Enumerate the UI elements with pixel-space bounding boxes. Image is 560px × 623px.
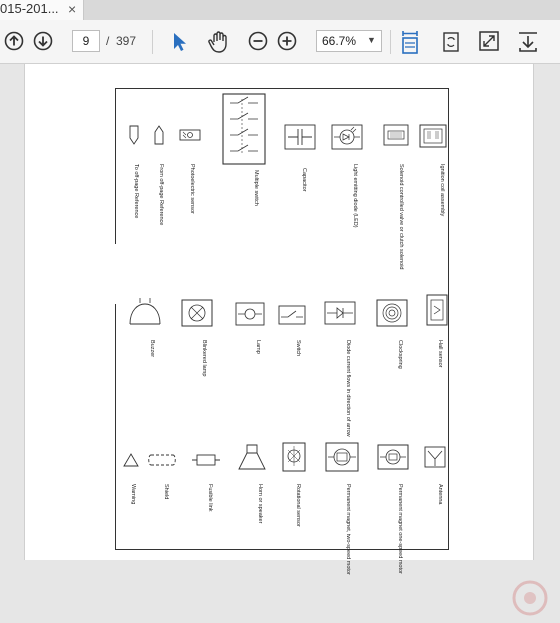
symbol-caption: Clockspring (397, 340, 403, 369)
symbol-caption: Fusible link (207, 484, 213, 512)
ignition-coil-icon (419, 124, 447, 153)
pdf-page: To off-page Reference From off-page Refe… (24, 64, 534, 575)
symbol-caption: Ignition coil assembly (439, 164, 445, 217)
download-icon[interactable] (516, 30, 540, 54)
tab-strip: 015-201... × (0, 0, 560, 20)
page-up-icon[interactable] (4, 31, 24, 51)
document-tab[interactable]: 015-201... × (0, 0, 84, 20)
multiple-switch-icon (222, 93, 266, 170)
rotational-sensor-icon (282, 442, 306, 477)
symbol-caption: Lamp (255, 340, 261, 354)
total-pages: 397 (116, 34, 137, 48)
symbol-caption: Permanent magnet, two-speed motor (345, 484, 351, 575)
symbol-caption: Horn or speaker (257, 484, 263, 524)
symbol-caption: Shield (163, 484, 169, 500)
toolbar-divider (390, 30, 391, 54)
symbol-caption: From off-page Reference (158, 164, 164, 226)
toolbar: / 397 66.7% ▼ (0, 20, 560, 64)
shield-icon (147, 453, 177, 472)
switch-icon (278, 305, 306, 330)
zoom-in-icon[interactable] (277, 31, 297, 51)
symbol-caption: Multiple switch (253, 170, 259, 206)
fit-width-icon[interactable] (400, 29, 420, 55)
antenna-icon (424, 446, 446, 473)
rotate-icon[interactable] (440, 30, 462, 54)
hall-sensor-icon (426, 294, 448, 331)
symbol-caption: Light emitting diode (LED) (352, 164, 358, 228)
symbol-caption: Warning (130, 484, 136, 505)
one-speed-motor-icon (377, 444, 409, 475)
tab-title: 015-201... (0, 1, 59, 16)
tab-close-icon[interactable]: × (68, 1, 76, 17)
off-page-reference-icon (129, 124, 139, 153)
page-number-input[interactable] (72, 30, 100, 52)
symbol-caption: Solenoid controlled valve or clutch sole… (398, 164, 404, 270)
symbol-caption: Buzzer (149, 340, 155, 358)
warning-icon (122, 452, 140, 473)
document-viewer[interactable]: To off-page Reference From off-page Refe… (0, 64, 560, 616)
zoom-select[interactable]: 66.7% ▼ (316, 30, 382, 52)
symbol-caption: Hall sensor (437, 340, 443, 368)
page-down-icon[interactable] (33, 31, 53, 51)
symbol-caption: Capacitor (301, 168, 307, 192)
symbol-caption: Switch (295, 340, 301, 357)
select-tool-icon[interactable] (170, 31, 188, 53)
diode-icon (324, 301, 356, 330)
page-separator: / (106, 34, 110, 48)
lamp-icon (235, 302, 265, 331)
capacitor-icon (284, 124, 316, 155)
symbol-caption: Rotational sensor (295, 484, 301, 527)
symbol-caption: Diode current flows in direction of arro… (345, 340, 351, 437)
toolbar-divider (152, 30, 153, 54)
symbol-caption: Antenna (437, 484, 443, 505)
photoelectric-sensor-icon (179, 128, 201, 147)
zoom-out-icon[interactable] (248, 31, 268, 51)
symbol-caption: Photoelectric sensor (189, 164, 195, 214)
led-icon (331, 124, 363, 155)
two-speed-motor-icon (325, 442, 359, 477)
blinkered-lamp-icon (181, 299, 213, 332)
zoom-caret-icon: ▼ (367, 35, 376, 45)
fusible-link-icon (191, 453, 221, 472)
symbol-caption: To off-page Reference (133, 164, 139, 219)
fullscreen-icon[interactable] (478, 30, 500, 52)
horn-speaker-icon (237, 443, 267, 476)
clockspring-icon (376, 299, 408, 332)
buzzer-icon (128, 296, 162, 331)
symbol-caption: Blinkered lamp (201, 340, 207, 377)
watermark-logo-icon (510, 578, 550, 623)
hand-tool-icon[interactable] (207, 29, 231, 55)
off-page-reference-icon (154, 124, 164, 153)
zoom-value: 66.7% (322, 34, 357, 48)
solenoid-valve-icon (383, 124, 409, 151)
symbol-caption: Permanent magnet one-speed motor (397, 484, 403, 574)
